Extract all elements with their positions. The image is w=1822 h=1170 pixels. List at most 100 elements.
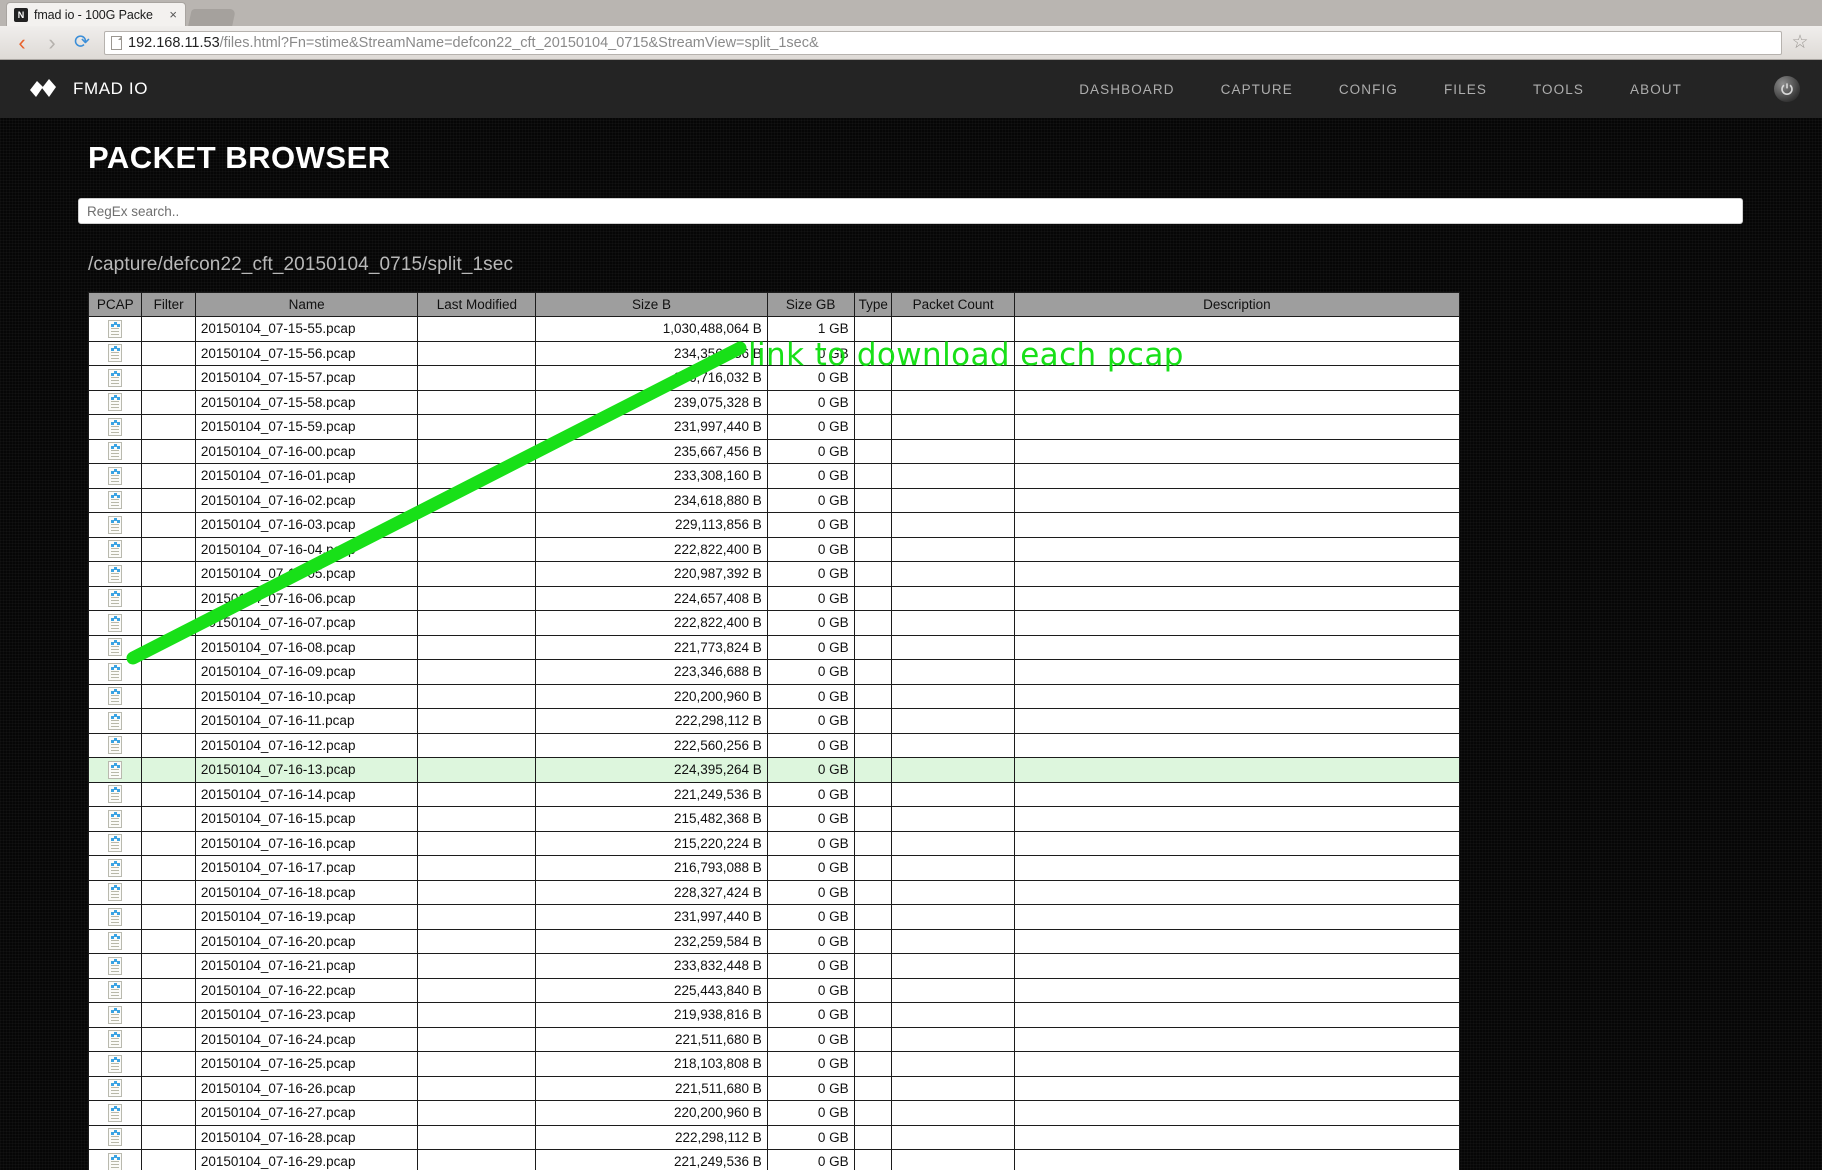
pcap-file-icon[interactable] (108, 957, 122, 975)
pcap-file-icon[interactable] (108, 540, 122, 558)
cell-name[interactable]: 20150104_07-16-21.pcap (195, 954, 418, 979)
pcap-file-icon[interactable] (108, 442, 122, 460)
table-row[interactable]: 20150104_07-16-17.pcap216,793,088 B0 GB (89, 856, 1460, 881)
table-row[interactable]: 20150104_07-16-05.pcap220,987,392 B0 GB (89, 562, 1460, 587)
pcap-file-icon[interactable] (108, 393, 122, 411)
cell-pcap-download-link[interactable] (89, 758, 142, 783)
table-row[interactable]: 20150104_07-16-21.pcap233,832,448 B0 GB (89, 954, 1460, 979)
cell-name[interactable]: 20150104_07-16-17.pcap (195, 856, 418, 881)
cell-name[interactable]: 20150104_07-16-22.pcap (195, 978, 418, 1003)
pcap-file-icon[interactable] (108, 369, 122, 387)
cell-name[interactable]: 20150104_07-16-19.pcap (195, 905, 418, 930)
cell-name[interactable]: 20150104_07-16-18.pcap (195, 880, 418, 905)
cell-name[interactable]: 20150104_07-16-02.pcap (195, 488, 418, 513)
pcap-file-icon[interactable] (108, 761, 122, 779)
pcap-file-icon[interactable] (108, 614, 122, 632)
back-icon[interactable]: ‹ (8, 29, 36, 57)
nav-item-tools[interactable]: TOOLS (1533, 82, 1584, 97)
cell-name[interactable]: 20150104_07-16-11.pcap (195, 709, 418, 734)
cell-name[interactable]: 20150104_07-16-06.pcap (195, 586, 418, 611)
pcap-file-icon[interactable] (108, 834, 122, 852)
cell-pcap-download-link[interactable] (89, 317, 142, 342)
table-row[interactable]: 20150104_07-16-10.pcap220,200,960 B0 GB (89, 684, 1460, 709)
nav-item-capture[interactable]: CAPTURE (1221, 82, 1293, 97)
table-row[interactable]: 20150104_07-16-16.pcap215,220,224 B0 GB (89, 831, 1460, 856)
cell-pcap-download-link[interactable] (89, 978, 142, 1003)
nav-item-about[interactable]: ABOUT (1630, 82, 1682, 97)
table-row[interactable]: 20150104_07-16-20.pcap232,259,584 B0 GB (89, 929, 1460, 954)
cell-name[interactable]: 20150104_07-16-23.pcap (195, 1003, 418, 1028)
forward-icon[interactable]: › (38, 29, 66, 57)
cell-pcap-download-link[interactable] (89, 733, 142, 758)
table-row[interactable]: 20150104_07-16-25.pcap218,103,808 B0 GB (89, 1052, 1460, 1077)
cell-name[interactable]: 20150104_07-16-04.pcap (195, 537, 418, 562)
bookmark-star-icon[interactable]: ☆ (1786, 29, 1814, 57)
cell-pcap-download-link[interactable] (89, 954, 142, 979)
pcap-file-icon[interactable] (108, 736, 122, 754)
cell-name[interactable]: 20150104_07-16-27.pcap (195, 1101, 418, 1126)
table-row[interactable]: 20150104_07-16-27.pcap220,200,960 B0 GB (89, 1101, 1460, 1126)
table-row[interactable]: 20150104_07-15-58.pcap239,075,328 B0 GB (89, 390, 1460, 415)
cell-pcap-download-link[interactable] (89, 1052, 142, 1077)
cell-name[interactable]: 20150104_07-16-00.pcap (195, 439, 418, 464)
cell-name[interactable]: 20150104_07-16-09.pcap (195, 660, 418, 685)
pcap-file-icon[interactable] (108, 932, 122, 950)
cell-name[interactable]: 20150104_07-16-14.pcap (195, 782, 418, 807)
table-row[interactable]: 20150104_07-16-18.pcap228,327,424 B0 GB (89, 880, 1460, 905)
table-row[interactable]: 20150104_07-16-00.pcap235,667,456 B0 GB (89, 439, 1460, 464)
cell-name[interactable]: 20150104_07-15-55.pcap (195, 317, 418, 342)
pcap-file-icon[interactable] (108, 418, 122, 436)
new-tab-button[interactable] (188, 9, 236, 26)
pcap-file-icon[interactable] (108, 491, 122, 509)
cell-name[interactable]: 20150104_07-16-24.pcap (195, 1027, 418, 1052)
pcap-file-icon[interactable] (108, 565, 122, 583)
pcap-file-icon[interactable] (108, 981, 122, 999)
cell-name[interactable]: 20150104_07-16-08.pcap (195, 635, 418, 660)
pcap-file-icon[interactable] (108, 810, 122, 828)
cell-pcap-download-link[interactable] (89, 611, 142, 636)
column-header-last-modified[interactable]: Last Modified (418, 293, 536, 317)
table-row[interactable]: 20150104_07-16-26.pcap221,511,680 B0 GB (89, 1076, 1460, 1101)
cell-pcap-download-link[interactable] (89, 929, 142, 954)
browser-tab[interactable]: N fmad io - 100G Packe × (6, 2, 186, 26)
cell-pcap-download-link[interactable] (89, 1076, 142, 1101)
cell-name[interactable]: 20150104_07-16-16.pcap (195, 831, 418, 856)
column-header-filter[interactable]: Filter (142, 293, 195, 317)
cell-pcap-download-link[interactable] (89, 1125, 142, 1150)
cell-pcap-download-link[interactable] (89, 1150, 142, 1170)
cell-name[interactable]: 20150104_07-16-07.pcap (195, 611, 418, 636)
pcap-file-icon[interactable] (108, 785, 122, 803)
nav-item-dashboard[interactable]: DASHBOARD (1079, 82, 1174, 97)
cell-pcap-download-link[interactable] (89, 439, 142, 464)
table-row[interactable]: 20150104_07-16-07.pcap222,822,400 B0 GB (89, 611, 1460, 636)
cell-name[interactable]: 20150104_07-16-26.pcap (195, 1076, 418, 1101)
pcap-file-icon[interactable] (108, 859, 122, 877)
table-row[interactable]: 20150104_07-16-23.pcap219,938,816 B0 GB (89, 1003, 1460, 1028)
cell-pcap-download-link[interactable] (89, 415, 142, 440)
pcap-file-icon[interactable] (108, 344, 122, 362)
table-row[interactable]: 20150104_07-16-08.pcap221,773,824 B0 GB (89, 635, 1460, 660)
cell-pcap-download-link[interactable] (89, 464, 142, 489)
cell-pcap-download-link[interactable] (89, 390, 142, 415)
cell-pcap-download-link[interactable] (89, 1027, 142, 1052)
cell-name[interactable]: 20150104_07-16-01.pcap (195, 464, 418, 489)
column-header-name[interactable]: Name (195, 293, 418, 317)
table-row[interactable]: 20150104_07-16-13.pcap224,395,264 B0 GB (89, 758, 1460, 783)
pcap-file-icon[interactable] (108, 1104, 122, 1122)
cell-pcap-download-link[interactable] (89, 782, 142, 807)
cell-name[interactable]: 20150104_07-16-12.pcap (195, 733, 418, 758)
cell-pcap-download-link[interactable] (89, 341, 142, 366)
pcap-file-icon[interactable] (108, 1079, 122, 1097)
cell-name[interactable]: 20150104_07-16-13.pcap (195, 758, 418, 783)
cell-pcap-download-link[interactable] (89, 562, 142, 587)
table-row[interactable]: 20150104_07-16-15.pcap215,482,368 B0 GB (89, 807, 1460, 832)
table-row[interactable]: 20150104_07-16-06.pcap224,657,408 B0 GB (89, 586, 1460, 611)
column-header-size-b[interactable]: Size B (536, 293, 767, 317)
table-row[interactable]: 20150104_07-16-22.pcap225,443,840 B0 GB (89, 978, 1460, 1003)
cell-pcap-download-link[interactable] (89, 513, 142, 538)
table-row[interactable]: 20150104_07-16-19.pcap231,997,440 B0 GB (89, 905, 1460, 930)
table-row[interactable]: 20150104_07-16-24.pcap221,511,680 B0 GB (89, 1027, 1460, 1052)
table-row[interactable]: 20150104_07-16-12.pcap222,560,256 B0 GB (89, 733, 1460, 758)
cell-pcap-download-link[interactable] (89, 831, 142, 856)
tab-close-icon[interactable]: × (169, 8, 177, 21)
